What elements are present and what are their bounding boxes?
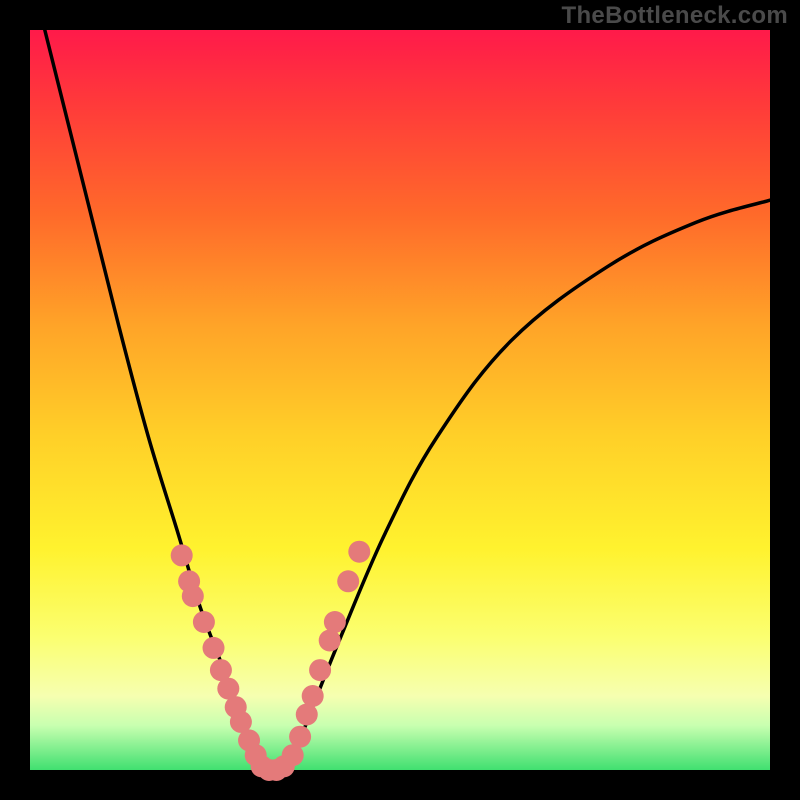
right-curve bbox=[289, 200, 770, 770]
dot-left bbox=[193, 611, 215, 633]
dot-right bbox=[324, 611, 346, 633]
watermark-text: TheBottleneck.com bbox=[562, 2, 788, 30]
dot-left bbox=[182, 585, 204, 607]
left-curve bbox=[45, 30, 260, 770]
dot-right bbox=[309, 659, 331, 681]
dot-left bbox=[203, 637, 225, 659]
dot-right bbox=[302, 685, 324, 707]
dot-right bbox=[319, 630, 341, 652]
outer-frame: TheBottleneck.com bbox=[0, 0, 800, 800]
plot-area bbox=[30, 30, 770, 770]
dot-right bbox=[337, 570, 359, 592]
curve-group bbox=[45, 30, 770, 770]
dot-left bbox=[171, 544, 193, 566]
dot-right bbox=[348, 541, 370, 563]
dot-right bbox=[289, 726, 311, 748]
dot-group bbox=[171, 541, 371, 781]
chart-svg bbox=[30, 30, 770, 770]
